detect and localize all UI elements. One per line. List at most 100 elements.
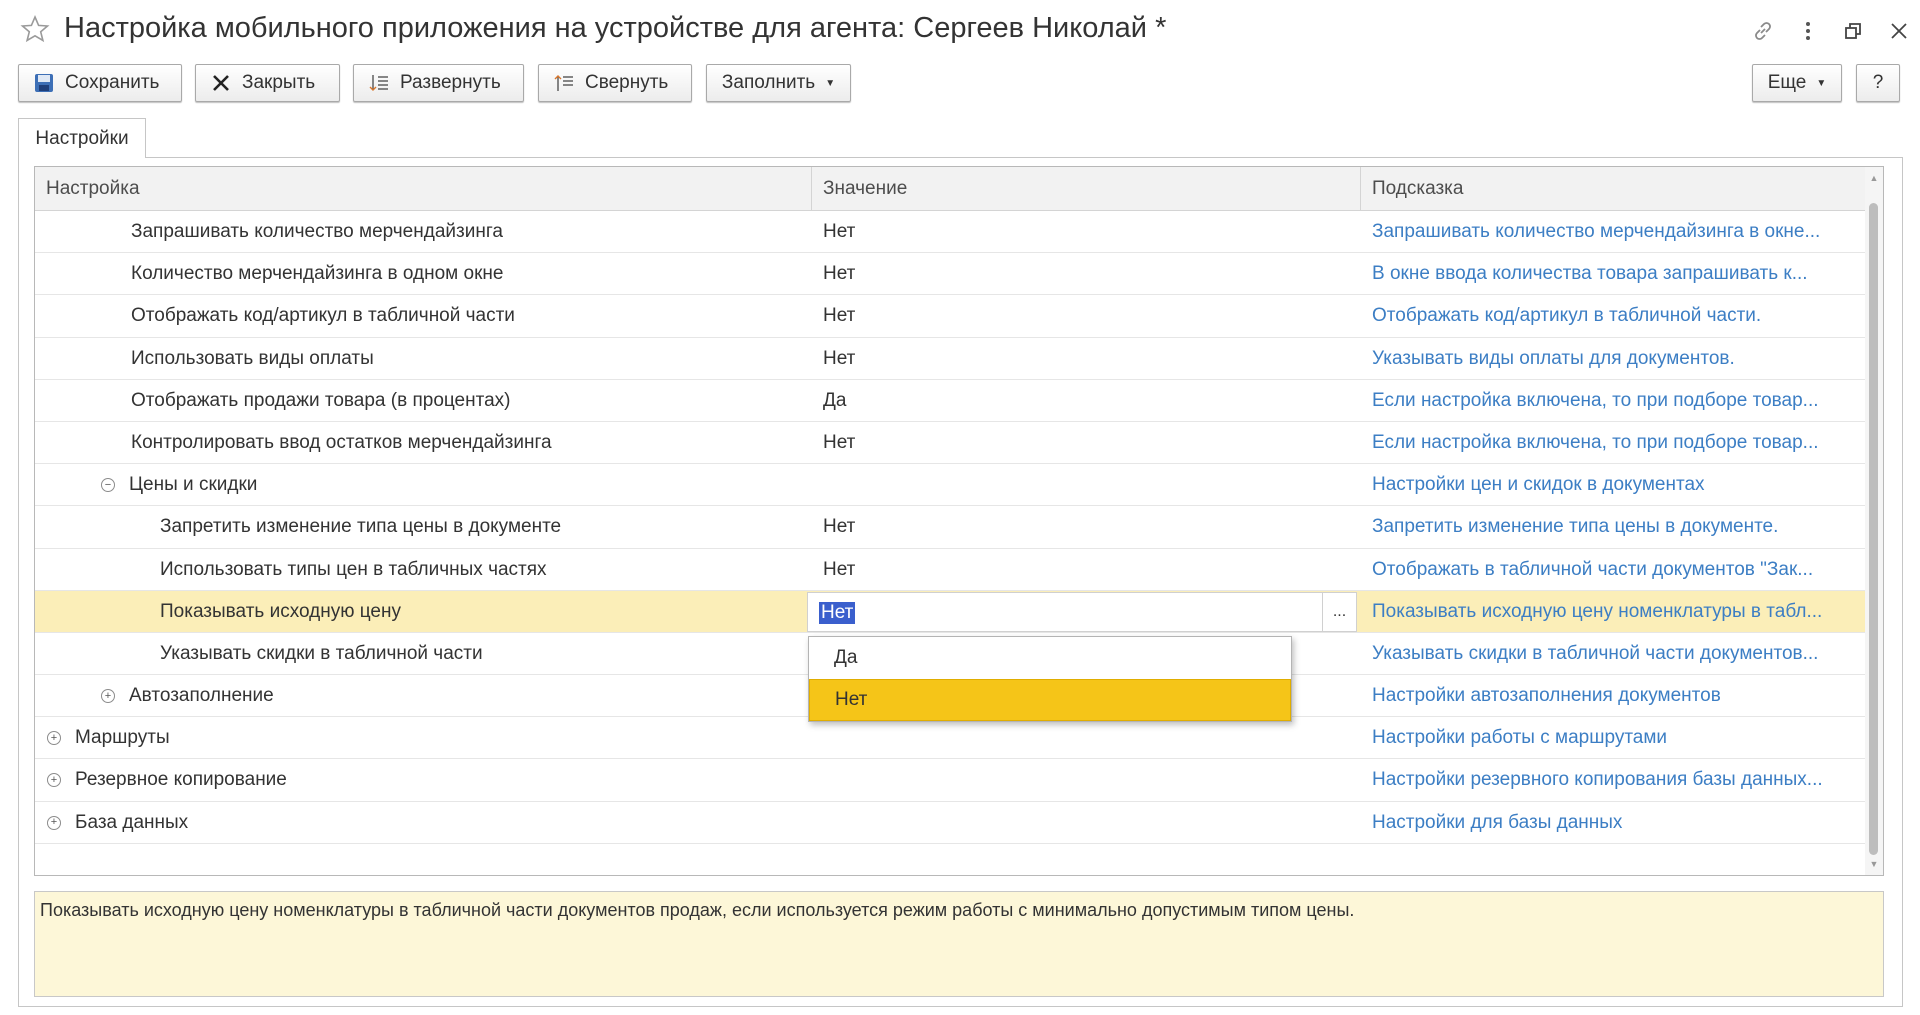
chevron-down-icon: ▼	[825, 77, 836, 89]
column-header-hint[interactable]: Подсказка	[1361, 167, 1865, 211]
setting-hint-link[interactable]: Настройки для базы данных	[1361, 802, 1861, 844]
collapse-button[interactable]: Свернуть	[538, 64, 692, 102]
setting-hint-link[interactable]: Настройки работы с маршрутами	[1361, 717, 1861, 759]
save-button[interactable]: Сохранить	[18, 64, 182, 102]
dropdown-option[interactable]: Нет	[809, 679, 1291, 721]
setting-value[interactable]	[812, 464, 1352, 506]
expand-node-icon[interactable]: +	[47, 815, 61, 830]
column-header-setting[interactable]: Настройка	[35, 167, 812, 211]
setting-value[interactable]: Нет	[812, 253, 1352, 295]
setting-name: Резервное копирование	[75, 769, 287, 791]
setting-hint-link[interactable]: Отображать в табличной части документов …	[1361, 549, 1861, 591]
table-row[interactable]: Запретить изменение типа цены в документ…	[35, 506, 1865, 549]
table-row[interactable]: − Цены и скидки Настройки цен и скидок в д…	[35, 464, 1865, 507]
tab-settings[interactable]: Настройки	[18, 118, 146, 158]
fill-dropdown-button[interactable]: Заполнить ▼	[706, 64, 851, 102]
setting-name-cell: Отображать продажи товара (в процентах)	[35, 380, 801, 422]
value-edit-text: Нет	[819, 601, 856, 624]
expand-button[interactable]: Развернуть	[353, 64, 524, 102]
value-dropdown-list: Да Нет	[808, 636, 1292, 722]
vertical-scrollbar[interactable]: ▲ ▼	[1865, 167, 1883, 875]
table-row[interactable]: Показывать исходную цену Нет... Показывать…	[35, 590, 1865, 633]
favorite-star-icon[interactable]	[20, 14, 50, 44]
setting-name-cell: Показывать исходную цену	[35, 591, 801, 633]
setting-name-cell: Запретить изменение типа цены в документ…	[35, 506, 801, 548]
table-row[interactable]: Использовать виды оплаты Нет Указывать вид…	[35, 338, 1865, 380]
setting-hint-link[interactable]: Указывать виды оплаты для документов.	[1361, 338, 1861, 380]
table-row[interactable]: Запрашивать количество мерчендайзинга Нет…	[35, 211, 1865, 254]
setting-name: Указывать скидки в табличной части	[160, 642, 483, 664]
setting-name-cell: Запрашивать количество мерчендайзинга	[35, 211, 801, 253]
dropdown-option[interactable]: Да	[809, 637, 1291, 679]
setting-name: Отображать продажи товара (в процентах)	[131, 389, 511, 411]
setting-value[interactable]: Нет	[812, 211, 1352, 253]
table-row[interactable]: Количество мерчендайзинга в одном окне Не…	[35, 253, 1865, 296]
expand-node-icon[interactable]: +	[101, 689, 115, 704]
settings-table: Настройка Значение Подсказка Запрашивать…	[34, 166, 1884, 876]
scrollbar-thumb[interactable]	[1869, 203, 1878, 855]
setting-value[interactable]: Нет	[812, 422, 1352, 464]
restore-window-icon[interactable]	[1838, 16, 1868, 46]
value-edit-field[interactable]: Нет...	[807, 591, 1357, 632]
setting-name-cell: + Маршруты	[35, 717, 801, 759]
setting-hint-link[interactable]: В окне ввода количества товара запрашива…	[1361, 253, 1861, 295]
setting-value[interactable]: Нет	[812, 506, 1352, 548]
window-title: Настройка мобильного приложения на устро…	[64, 12, 1167, 44]
setting-name-cell: + Резервное копирование	[35, 759, 801, 801]
setting-name: Автозаполнение	[129, 685, 274, 707]
setting-value[interactable]: Нет	[812, 338, 1352, 380]
table-row[interactable]: Отображать код/артикул в табличной части…	[35, 295, 1865, 338]
setting-name-cell: Отображать код/артикул в табличной части	[35, 295, 801, 337]
setting-name: Использовать типы цен в табличных частях	[160, 558, 547, 580]
setting-name-cell: − Цены и скидки	[35, 464, 801, 506]
setting-hint-link[interactable]: Запрашивать количество мерчендайзинга в …	[1361, 211, 1861, 253]
table-row[interactable]: + Маршруты Настройки работы с маршрутами	[35, 717, 1865, 760]
setting-value[interactable]: Да	[812, 380, 1352, 422]
table-row[interactable]: + База данных Настройки для базы данных	[35, 802, 1865, 844]
setting-name: Цены и скидки	[129, 474, 258, 496]
table-row[interactable]: Контролировать ввод остатков мерчендайзи…	[35, 422, 1865, 465]
expand-node-icon[interactable]: +	[47, 731, 61, 746]
table-header: Настройка Значение Подсказка	[35, 167, 1865, 211]
close-icon	[210, 72, 232, 94]
scroll-up-icon[interactable]: ▲	[1865, 167, 1883, 189]
more-dropdown-button[interactable]: Еще ▼	[1752, 64, 1842, 102]
help-button[interactable]: ?	[1856, 64, 1900, 102]
setting-hint-link[interactable]: Отображать код/артикул в табличной части…	[1361, 295, 1861, 337]
table-row[interactable]: Использовать типы цен в табличных частях…	[35, 549, 1865, 591]
setting-hint-link[interactable]: Если настройка включена, то при подборе …	[1361, 380, 1861, 422]
setting-name: Запретить изменение типа цены в документ…	[160, 516, 562, 538]
title-bar: Настройка мобильного приложения на устро…	[0, 0, 1920, 62]
setting-hint-link[interactable]: Настройки автозаполнения документов	[1361, 675, 1861, 717]
setting-name-cell: + Автозаполнение	[35, 675, 801, 717]
setting-value[interactable]: Нет	[812, 295, 1352, 337]
collapse-node-icon[interactable]: −	[101, 478, 115, 493]
setting-value[interactable]	[812, 759, 1352, 801]
table-row[interactable]: + Резервное копирование Настройки резервно…	[35, 759, 1865, 802]
select-button[interactable]: ...	[1322, 592, 1356, 631]
setting-hint-link[interactable]: Если настройка включена, то при подборе …	[1361, 422, 1861, 464]
setting-name: Контролировать ввод остатков мерчендайзи…	[131, 431, 552, 453]
save-icon	[33, 72, 55, 94]
setting-name: Запрашивать количество мерчендайзинга	[131, 221, 503, 242]
chevron-down-icon: ▼	[1816, 77, 1827, 89]
setting-hint-link[interactable]: Указывать скидки в табличной части докум…	[1361, 633, 1861, 675]
expand-all-icon	[368, 72, 390, 94]
setting-value[interactable]	[812, 717, 1352, 759]
more-vertical-icon[interactable]	[1793, 16, 1823, 46]
setting-hint-link[interactable]: Показывать исходную цену номенклатуры в …	[1361, 591, 1861, 633]
setting-hint-link[interactable]: Настройки цен и скидок в документах	[1361, 464, 1861, 506]
setting-hint-link[interactable]: Запретить изменение типа цены в документ…	[1361, 506, 1861, 548]
close-button[interactable]: Закрыть	[195, 64, 340, 102]
scroll-down-icon[interactable]: ▼	[1865, 853, 1883, 875]
close-window-icon[interactable]	[1884, 16, 1914, 46]
setting-value[interactable]	[812, 802, 1352, 844]
link-icon[interactable]	[1748, 16, 1778, 46]
table-row[interactable]: Отображать продажи товара (в процентах) Д…	[35, 380, 1865, 422]
expand-node-icon[interactable]: +	[47, 773, 61, 788]
collapse-all-icon	[553, 72, 575, 94]
setting-name-cell: Использовать виды оплаты	[35, 338, 801, 380]
column-header-value[interactable]: Значение	[812, 167, 1361, 211]
setting-hint-link[interactable]: Настройки резервного копирования базы да…	[1361, 759, 1861, 801]
setting-value[interactable]: Нет	[812, 549, 1352, 591]
